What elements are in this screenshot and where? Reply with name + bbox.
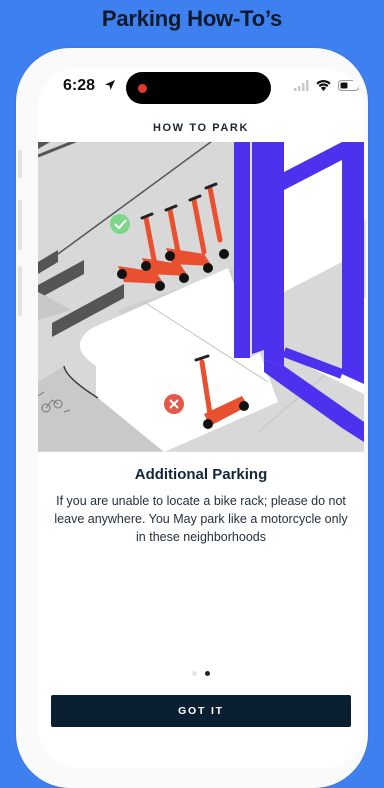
- location-arrow-icon: [105, 80, 115, 90]
- got-it-button[interactable]: GOT IT: [51, 695, 351, 727]
- recording-indicator: [138, 84, 147, 93]
- pagination-dot[interactable]: [192, 670, 197, 676]
- check-icon: [110, 214, 130, 234]
- parking-illustration: [38, 142, 364, 452]
- status-icons: [294, 80, 362, 98]
- status-bar: 6:28: [38, 68, 364, 108]
- phone-side-button: [18, 150, 22, 178]
- x-icon: [164, 394, 184, 414]
- screen-title: HOW TO PARK: [152, 122, 250, 134]
- app-screen: 6:28 HOW TO PARK Additional Parking If y…: [38, 68, 364, 768]
- phone-side-button: [18, 200, 22, 250]
- pagination-dot-active[interactable]: [205, 670, 210, 676]
- signal-icon: [294, 80, 309, 91]
- pagination-dots: [186, 669, 216, 677]
- battery-icon: [337, 80, 362, 91]
- status-time: 6:28: [63, 77, 96, 94]
- dynamic-island: [126, 72, 271, 104]
- phone-side-button: [18, 266, 22, 316]
- headline: Parking How-To’s: [101, 6, 283, 31]
- info-body: If you are unable to locate a bike rack;…: [54, 494, 348, 544]
- info-title: Additional Parking: [134, 466, 268, 483]
- wifi-icon: [316, 80, 332, 91]
